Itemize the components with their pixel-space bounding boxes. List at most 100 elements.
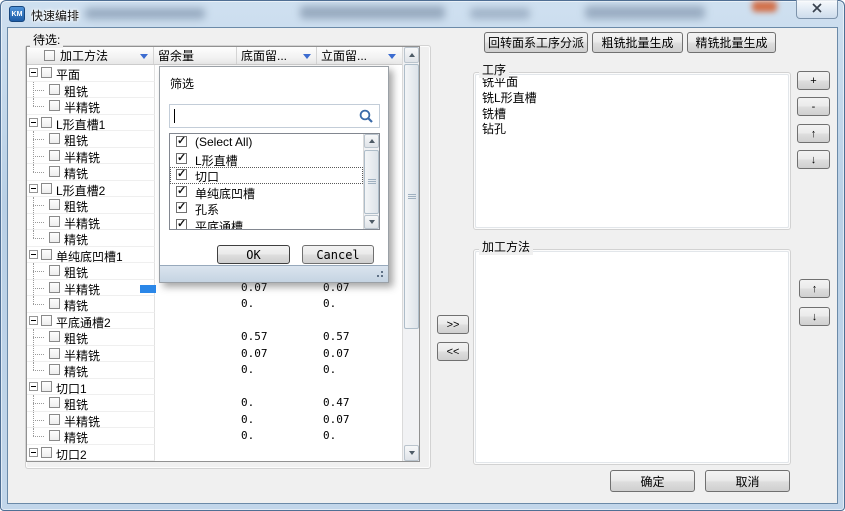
row-checkbox[interactable] bbox=[41, 249, 52, 260]
scrollbar-thumb[interactable] bbox=[404, 64, 419, 329]
tree-cell: 粗铣 bbox=[27, 131, 155, 148]
row-checkbox[interactable] bbox=[49, 150, 60, 161]
table-row[interactable]: 切口2 bbox=[27, 445, 402, 462]
process-remove-button[interactable]: - bbox=[797, 97, 830, 116]
header-allowance-column[interactable]: 留余量 bbox=[154, 47, 237, 64]
row-checkbox[interactable] bbox=[41, 183, 52, 194]
filter-list-scrollbar[interactable] bbox=[363, 134, 379, 229]
scroll-up-button[interactable] bbox=[404, 47, 419, 63]
process-item[interactable]: 铣L形直槽 bbox=[476, 91, 788, 107]
filter-option[interactable]: 孔系 bbox=[170, 200, 363, 217]
process-add-button[interactable]: + bbox=[797, 71, 830, 90]
header-bottom-allowance-column[interactable]: 底面留... bbox=[237, 47, 317, 64]
row-checkbox[interactable] bbox=[49, 166, 60, 177]
collapse-icon[interactable] bbox=[29, 184, 38, 193]
table-row[interactable]: 切口1 bbox=[27, 379, 402, 396]
table-row[interactable]: 平底通槽2 bbox=[27, 313, 402, 330]
popup-resize-bar[interactable] bbox=[160, 265, 388, 282]
table-row[interactable]: 半精铣0.070.07 bbox=[27, 346, 402, 363]
scroll-down-button[interactable] bbox=[364, 215, 379, 229]
rotary-face-process-assign-button[interactable]: 回转面系工序分派 bbox=[484, 32, 588, 53]
scroll-down-button[interactable] bbox=[404, 445, 419, 461]
move-right-button[interactable]: >> bbox=[437, 315, 469, 334]
scrollbar-thumb[interactable] bbox=[364, 150, 379, 214]
row-checkbox[interactable] bbox=[49, 430, 60, 441]
row-checkbox[interactable] bbox=[41, 315, 52, 326]
process-move-up-button[interactable]: ↑ bbox=[797, 124, 830, 143]
filter-option-checkbox[interactable] bbox=[176, 153, 187, 164]
collapse-icon[interactable] bbox=[29, 382, 38, 391]
filter-ok-button[interactable]: OK bbox=[217, 245, 290, 264]
side-allowance-value: 0.47 bbox=[323, 395, 350, 412]
row-checkbox[interactable] bbox=[49, 133, 60, 144]
filter-search-input[interactable] bbox=[173, 107, 353, 125]
row-checkbox[interactable] bbox=[49, 298, 60, 309]
row-checkbox[interactable] bbox=[49, 232, 60, 243]
row-checkbox[interactable] bbox=[49, 282, 60, 293]
process-item[interactable]: 铣槽 bbox=[476, 107, 788, 123]
collapse-icon[interactable] bbox=[29, 250, 38, 259]
table-row[interactable]: 精铣0.0. bbox=[27, 428, 402, 445]
table-row[interactable]: 精铣0.0. bbox=[27, 362, 402, 379]
bottom-allowance-value: 0.07 bbox=[241, 346, 268, 363]
row-checkbox[interactable] bbox=[41, 447, 52, 458]
process-item[interactable]: 铣平面 bbox=[476, 75, 788, 91]
close-button[interactable] bbox=[796, 0, 838, 19]
filter-option-checkbox[interactable] bbox=[176, 169, 187, 180]
tree-connector bbox=[33, 304, 44, 305]
row-checkbox[interactable] bbox=[49, 348, 60, 359]
row-checkbox[interactable] bbox=[41, 117, 52, 128]
move-left-button[interactable]: << bbox=[437, 342, 469, 361]
filter-cancel-button[interactable]: Cancel bbox=[302, 245, 374, 264]
row-checkbox[interactable] bbox=[49, 265, 60, 276]
collapse-icon[interactable] bbox=[29, 448, 38, 457]
filter-option-checkbox[interactable] bbox=[176, 219, 187, 230]
bottom-filter-dropdown[interactable] bbox=[301, 51, 313, 61]
rough-mill-batch-generate-button[interactable]: 粗铣批量生成 bbox=[592, 32, 683, 53]
row-label: 半精铣 bbox=[64, 281, 100, 298]
method-filter-dropdown[interactable] bbox=[138, 51, 150, 61]
header-method-column[interactable]: 加工方法 bbox=[27, 47, 154, 64]
row-checkbox[interactable] bbox=[49, 364, 60, 375]
table-vertical-scrollbar[interactable] bbox=[402, 47, 419, 461]
titlebar[interactable]: KM 快速编排 bbox=[0, 0, 845, 28]
table-row[interactable]: 精铣0.0. bbox=[27, 296, 402, 313]
tree-cell: 精铣 bbox=[27, 428, 155, 445]
collapse-icon[interactable] bbox=[29, 118, 38, 127]
confirm-button[interactable]: 确定 bbox=[610, 470, 695, 492]
row-checkbox[interactable] bbox=[49, 414, 60, 425]
row-checkbox[interactable] bbox=[49, 199, 60, 210]
cancel-button[interactable]: 取消 bbox=[705, 470, 790, 492]
row-checkbox[interactable] bbox=[41, 67, 52, 78]
filter-option-checkbox[interactable] bbox=[176, 136, 187, 147]
process-item[interactable]: 钻孔 bbox=[476, 122, 788, 138]
row-checkbox[interactable] bbox=[41, 381, 52, 392]
table-row[interactable]: 粗铣0.0.47 bbox=[27, 395, 402, 412]
header-side-allowance-column[interactable]: 立面留... bbox=[317, 47, 401, 64]
method-move-up-button[interactable]: ↑ bbox=[799, 279, 830, 298]
row-checkbox[interactable] bbox=[49, 397, 60, 408]
filter-option-checkbox[interactable] bbox=[176, 186, 187, 197]
side-filter-dropdown[interactable] bbox=[386, 51, 398, 61]
table-row[interactable]: 半精铣0.0.07 bbox=[27, 412, 402, 429]
row-checkbox[interactable] bbox=[49, 331, 60, 342]
collapse-icon[interactable] bbox=[29, 316, 38, 325]
row-checkbox[interactable] bbox=[49, 216, 60, 227]
filter-option[interactable]: 切口 bbox=[170, 167, 363, 184]
filter-option[interactable]: 单纯底凹槽 bbox=[170, 184, 363, 201]
method-move-down-button[interactable]: ↓ bbox=[799, 307, 830, 326]
search-icon[interactable] bbox=[358, 108, 375, 128]
filter-option[interactable]: 平底通槽 bbox=[170, 217, 363, 231]
process-move-down-button[interactable]: ↓ bbox=[797, 150, 830, 169]
filter-option[interactable]: L形直槽 bbox=[170, 151, 363, 168]
thumb-grip-icon bbox=[368, 179, 376, 180]
scroll-up-button[interactable] bbox=[364, 134, 379, 148]
filter-option[interactable]: (Select All) bbox=[170, 134, 363, 151]
table-row[interactable]: 粗铣0.570.57 bbox=[27, 329, 402, 346]
select-all-checkbox[interactable] bbox=[44, 50, 55, 61]
collapse-icon[interactable] bbox=[29, 68, 38, 77]
fine-mill-batch-generate-button[interactable]: 精铣批量生成 bbox=[687, 32, 776, 53]
filter-option-checkbox[interactable] bbox=[176, 202, 187, 213]
row-checkbox[interactable] bbox=[49, 100, 60, 111]
row-checkbox[interactable] bbox=[49, 84, 60, 95]
